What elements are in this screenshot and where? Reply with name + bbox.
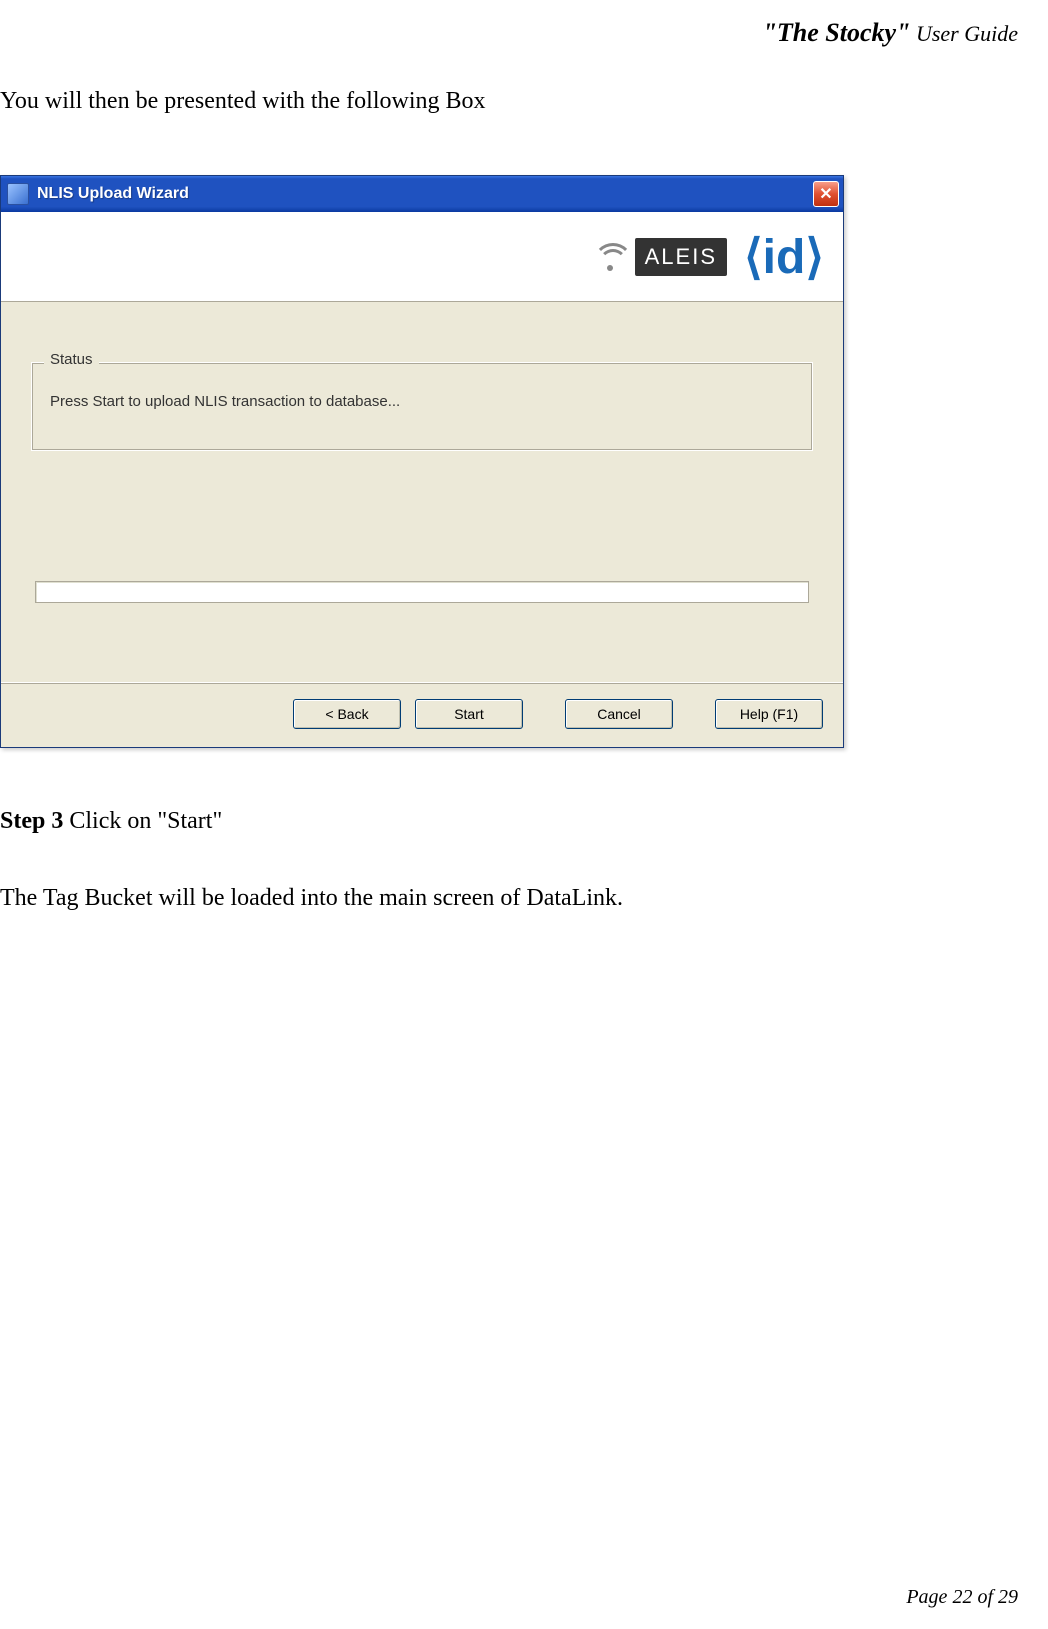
system-icon — [7, 183, 29, 205]
start-button[interactable]: Start — [415, 699, 523, 729]
page-footer: Page 22 of 29 — [906, 1586, 1018, 1609]
dialog-banner: ALEIS ⟨id⟩ — [1, 212, 843, 302]
step-3-text: Click on "Start" — [63, 808, 222, 834]
back-button[interactable]: < Back — [293, 699, 401, 729]
progress-area — [31, 581, 813, 603]
aleis-text: ALEIS — [635, 238, 727, 276]
close-button[interactable]: ✕ — [813, 181, 839, 207]
cancel-button[interactable]: Cancel — [565, 699, 673, 729]
header-subtitle: User Guide — [910, 21, 1018, 46]
help-button[interactable]: Help (F1) — [715, 699, 823, 729]
page-header: "The Stocky" User Guide — [0, 18, 1018, 48]
aleis-logo: ALEIS — [591, 237, 727, 277]
step-3-label: Step 3 — [0, 808, 63, 834]
status-message: Press Start to upload NLIS transaction t… — [50, 393, 794, 410]
nlis-upload-wizard-dialog: NLIS Upload Wizard ✕ ALEIS ⟨id⟩ Status P… — [0, 175, 844, 748]
status-legend: Status — [44, 351, 99, 368]
dialog-body: Status Press Start to upload NLIS transa… — [1, 302, 843, 682]
close-icon: ✕ — [819, 184, 832, 204]
dialog-title: NLIS Upload Wizard — [37, 185, 813, 203]
result-paragraph: The Tag Bucket will be loaded into the m… — [0, 885, 1018, 912]
brand-name: "The Stocky" — [762, 18, 910, 47]
step-3-line: Step 3 Click on "Start" — [0, 808, 1018, 835]
dialog-button-row: < Back Start Cancel Help (F1) — [1, 682, 843, 747]
progress-bar — [35, 581, 809, 603]
id-logo-text: ⟨id⟩ — [744, 229, 824, 285]
status-groupbox: Status Press Start to upload NLIS transa… — [31, 362, 813, 451]
id-logo: ⟨id⟩ — [745, 225, 823, 289]
intro-paragraph: You will then be presented with the foll… — [0, 88, 1018, 115]
wireless-icon — [591, 237, 631, 277]
dialog-titlebar: NLIS Upload Wizard ✕ — [1, 176, 843, 212]
